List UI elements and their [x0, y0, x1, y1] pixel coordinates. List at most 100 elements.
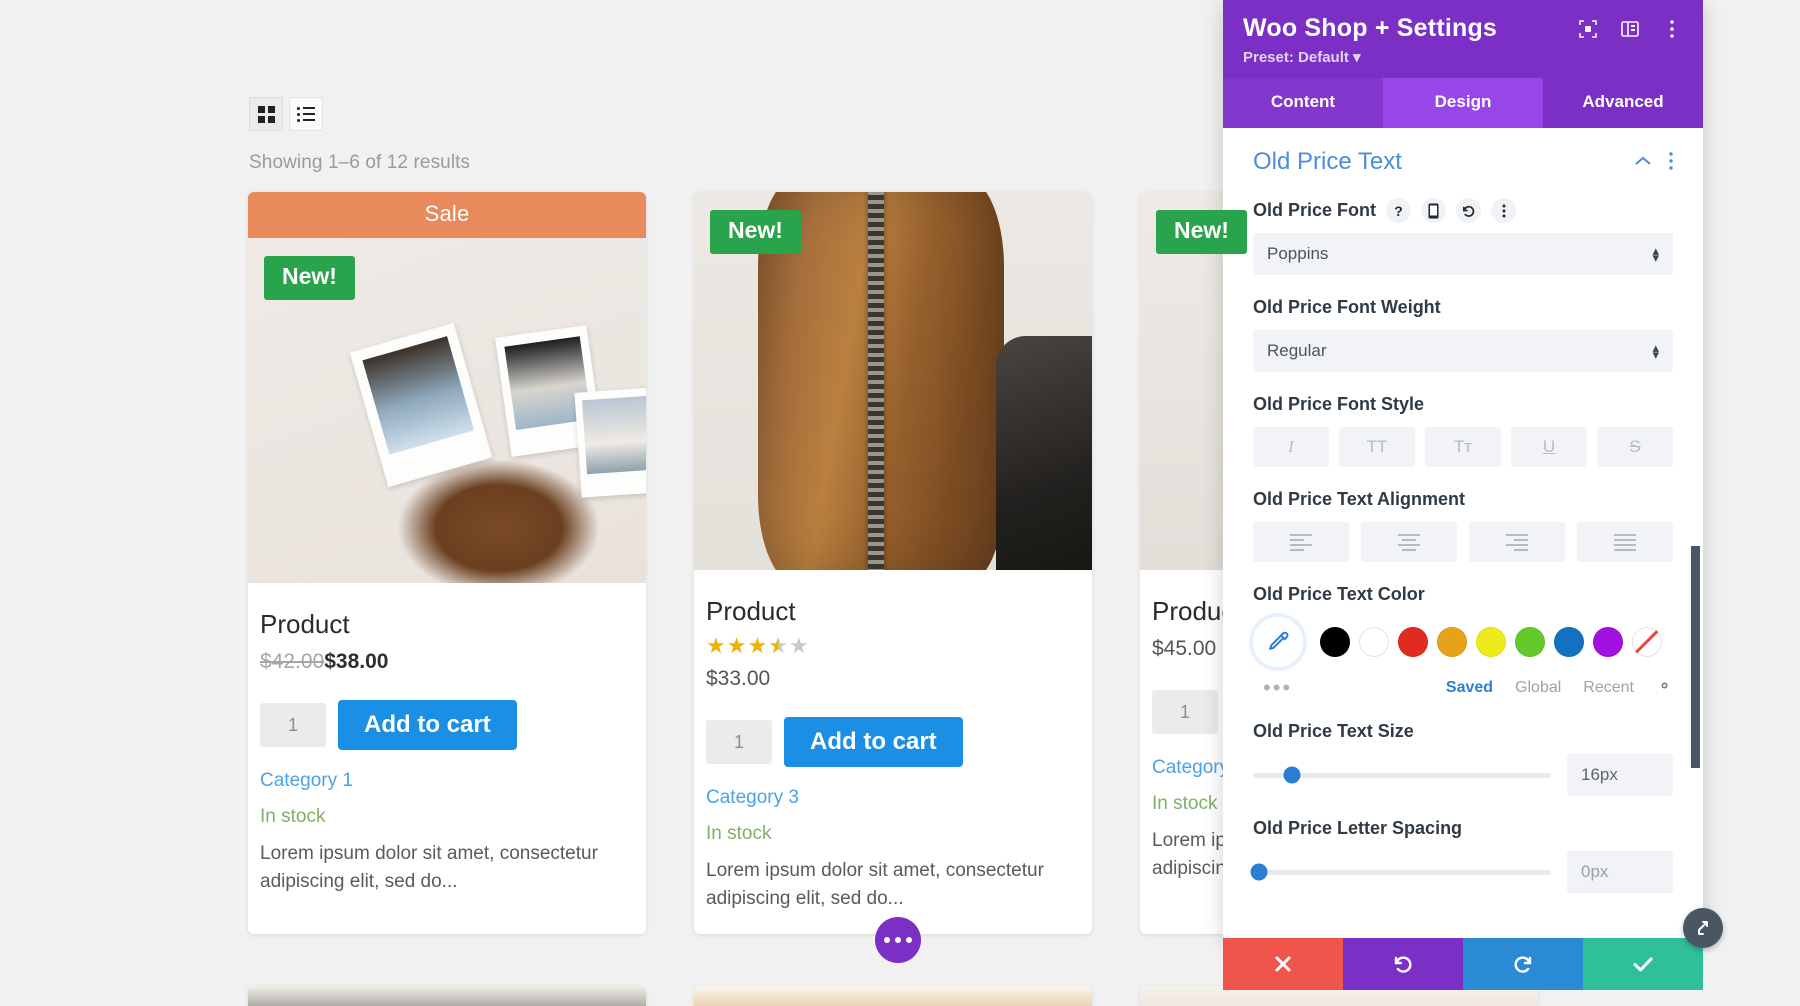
- list-view-button[interactable]: [289, 97, 323, 131]
- layout-icon[interactable]: [1619, 18, 1641, 40]
- save-button[interactable]: [1583, 938, 1703, 990]
- product-card[interactable]: Sale New! Product $42.00$38.00 1 Add to …: [248, 192, 646, 935]
- grid-icon: [257, 105, 275, 123]
- swatch-red[interactable]: [1398, 627, 1428, 657]
- more-vertical-icon[interactable]: [1661, 18, 1683, 40]
- product-image[interactable]: [694, 986, 1092, 1006]
- color-tab-global[interactable]: Global: [1515, 679, 1561, 697]
- stock-status: In stock: [260, 806, 326, 827]
- tab-advanced[interactable]: Advanced: [1543, 78, 1703, 128]
- grid-view-button[interactable]: [249, 97, 283, 131]
- field-old-price-letter-spacing: Old Price Letter Spacing 0px: [1250, 818, 1673, 893]
- font-weight-select[interactable]: Regular ▴ ▾: [1253, 330, 1673, 372]
- align-center-button[interactable]: [1361, 522, 1457, 562]
- polaroid: [574, 387, 646, 498]
- field-label: Old Price Text Alignment: [1253, 489, 1466, 509]
- product-image[interactable]: New!: [694, 192, 1092, 570]
- swatch-yellow[interactable]: [1476, 627, 1506, 657]
- swatch-purple[interactable]: [1593, 627, 1623, 657]
- eyedropper-button[interactable]: [1253, 617, 1303, 667]
- product-card[interactable]: New! Product ★★★★★ $33.00 Add to cart Ca…: [694, 192, 1092, 935]
- product-card[interactable]: [694, 986, 1092, 1006]
- panel-title: Woo Shop + Settings: [1243, 14, 1498, 42]
- tab-content[interactable]: Content: [1223, 78, 1383, 128]
- quantity-input[interactable]: [260, 703, 326, 747]
- text-size-slider[interactable]: [1253, 766, 1551, 784]
- new-badge: New!: [1156, 210, 1247, 254]
- letter-spacing-slider-row: 0px: [1250, 851, 1673, 893]
- product-title[interactable]: Product: [260, 609, 634, 640]
- swatch-green[interactable]: [1515, 627, 1545, 657]
- tab-design[interactable]: Design: [1383, 78, 1543, 128]
- quantity-input[interactable]: [706, 720, 772, 764]
- results-count: Showing 1–6 of 12 results: [249, 152, 471, 173]
- responsive-icon[interactable]: [1421, 198, 1447, 223]
- uppercase-button[interactable]: TT: [1339, 427, 1415, 467]
- more-colors-icon[interactable]: •••: [1253, 677, 1292, 699]
- font-weight-value: Regular: [1267, 341, 1327, 360]
- slider-handle[interactable]: [1250, 863, 1268, 881]
- swatch-blue[interactable]: [1554, 627, 1584, 657]
- align-justify-button[interactable]: [1577, 522, 1673, 562]
- new-badge: New!: [710, 210, 801, 254]
- capitalize-button[interactable]: Tᴛ: [1425, 427, 1501, 467]
- zipper-shape: [868, 192, 885, 570]
- strikethrough-button[interactable]: S: [1597, 427, 1673, 467]
- letter-spacing-value[interactable]: 0px: [1567, 851, 1673, 893]
- category-link[interactable]: Category 3: [706, 787, 1080, 809]
- underline-button[interactable]: U: [1511, 427, 1587, 467]
- price-row: $42.00$38.00: [260, 650, 634, 674]
- font-style-buttons: I TT Tᴛ U S: [1253, 427, 1673, 467]
- panel-footer: [1223, 938, 1703, 990]
- undo-button[interactable]: [1343, 938, 1463, 990]
- resize-handle[interactable]: [1683, 908, 1723, 948]
- product-excerpt: Lorem ipsum dolor sit amet, consectetur …: [260, 843, 598, 892]
- chevron-down-icon: ▾: [1353, 49, 1361, 66]
- price-row: $33.00: [706, 667, 1080, 691]
- align-left-icon: [1290, 533, 1312, 551]
- add-to-cart-button[interactable]: Add to cart: [784, 717, 963, 767]
- panel-scrollbar[interactable]: [1691, 546, 1700, 768]
- chevron-up-icon[interactable]: [1633, 152, 1653, 172]
- focus-icon[interactable]: [1577, 18, 1599, 40]
- star-rating: ★★★★★: [706, 633, 810, 658]
- settings-panel: Woo Shop + Settings Preset: Default ▾ Co…: [1223, 0, 1703, 938]
- product-image[interactable]: New!: [248, 238, 646, 583]
- cancel-button[interactable]: [1223, 938, 1343, 990]
- slider-handle[interactable]: [1283, 766, 1301, 784]
- product-image[interactable]: [248, 986, 646, 1006]
- text-size-value[interactable]: 16px: [1567, 754, 1673, 796]
- font-select[interactable]: Poppins ▴ ▾: [1253, 233, 1673, 275]
- letter-spacing-slider[interactable]: [1250, 863, 1551, 881]
- swatch-transparent[interactable]: [1632, 627, 1662, 657]
- panel-body: Old Price Text Old Price Font ? Poppins …: [1223, 128, 1703, 938]
- color-tab-saved[interactable]: Saved: [1446, 679, 1493, 697]
- category-link[interactable]: Category 1: [260, 770, 634, 792]
- product-card[interactable]: [248, 986, 646, 1006]
- reset-icon[interactable]: [1456, 198, 1482, 223]
- product-title[interactable]: Product: [706, 596, 1080, 627]
- product-photo: [248, 986, 646, 1006]
- section-header: Old Price Text: [1253, 148, 1673, 176]
- redo-button[interactable]: [1463, 938, 1583, 990]
- align-right-button[interactable]: [1469, 522, 1565, 562]
- help-icon[interactable]: ?: [1386, 198, 1412, 223]
- gear-icon[interactable]: [1656, 677, 1673, 699]
- product-excerpt: Lorem ipsum dolor sit amet, consectetur …: [706, 860, 1044, 909]
- swatch-black[interactable]: [1320, 627, 1350, 657]
- align-left-button[interactable]: [1253, 522, 1349, 562]
- view-toggle: [249, 97, 323, 131]
- quantity-input[interactable]: [1152, 690, 1218, 734]
- settings-scroll-area: Old Price Text Old Price Font ? Poppins …: [1223, 128, 1703, 938]
- load-more-button[interactable]: [875, 917, 921, 963]
- italic-button[interactable]: I: [1253, 427, 1329, 467]
- more-vertical-icon[interactable]: [1491, 198, 1517, 223]
- swatch-white[interactable]: [1359, 627, 1389, 657]
- section-more-icon[interactable]: [1669, 151, 1673, 173]
- color-tab-recent[interactable]: Recent: [1583, 679, 1634, 697]
- swatch-orange[interactable]: [1437, 627, 1467, 657]
- field-old-price-font-style: Old Price Font Style I TT Tᴛ U S: [1253, 394, 1673, 467]
- add-to-cart-button[interactable]: Add to cart: [338, 700, 517, 750]
- preset-selector[interactable]: Preset: Default ▾: [1243, 48, 1683, 66]
- field-label: Old Price Letter Spacing: [1253, 818, 1463, 838]
